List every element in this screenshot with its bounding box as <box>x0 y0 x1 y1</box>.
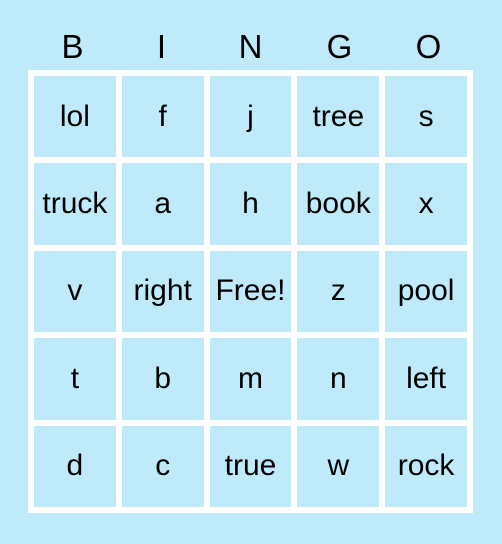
bingo-cell-label: right <box>133 274 192 308</box>
bingo-cell-label: s <box>418 99 434 133</box>
bingo-cell-r4c1[interactable]: t <box>34 338 116 420</box>
bingo-grid: lol f j tree s truck a h book x v right … <box>28 70 473 513</box>
bingo-cell-label: t <box>70 361 80 395</box>
bingo-cell-r5c5[interactable]: rock <box>385 425 467 507</box>
bingo-cell-r3c4[interactable]: z <box>297 250 380 333</box>
bingo-cell-label: n <box>329 361 347 395</box>
bingo-cell-label: b <box>154 361 172 395</box>
bingo-cell-label: w <box>327 449 350 483</box>
bingo-cell-label: h <box>242 187 259 221</box>
bingo-cell-label: j <box>247 99 254 133</box>
bingo-cell-r4c2[interactable]: b <box>121 338 204 420</box>
bingo-cell-label: v <box>67 274 83 308</box>
bingo-cell-r3c5[interactable]: pool <box>385 250 467 333</box>
bingo-header-letter-o: O <box>415 27 442 65</box>
bingo-cell-label: true <box>224 449 277 483</box>
bingo-header-letter-b: B <box>61 27 84 65</box>
bingo-cell-r1c1[interactable]: lol <box>34 76 116 158</box>
bingo-header-row: B I N G O <box>28 22 473 70</box>
bingo-cell-r1c5[interactable]: s <box>385 76 467 158</box>
bingo-cell-label: book <box>305 187 371 221</box>
bingo-cell-label: tree <box>312 99 365 133</box>
bingo-cell-label: f <box>158 99 167 133</box>
bingo-cell-label: d <box>66 449 84 483</box>
bingo-cell-r2c5[interactable]: x <box>385 163 467 245</box>
bingo-cell-label: lol <box>59 99 90 133</box>
bingo-cell-label: a <box>154 187 172 221</box>
bingo-cell-r1c4[interactable]: tree <box>297 76 380 158</box>
bingo-cell-label: m <box>237 361 263 395</box>
bingo-header-letter-g: G <box>326 27 353 65</box>
bingo-cell-r1c3[interactable]: j <box>209 76 292 158</box>
bingo-cell-r5c1[interactable]: d <box>34 425 116 507</box>
bingo-cell-r4c5[interactable]: left <box>385 338 467 420</box>
bingo-cell-label: left <box>406 361 447 395</box>
bingo-cell-label: truck <box>42 187 108 221</box>
bingo-cell-r2c3[interactable]: h <box>209 163 292 245</box>
bingo-cell-r2c2[interactable]: a <box>121 163 204 245</box>
bingo-cell-r1c2[interactable]: f <box>121 76 204 158</box>
bingo-cell-label: pool <box>397 274 455 308</box>
bingo-cell-label: c <box>155 449 171 483</box>
bingo-cell-r2c4[interactable]: book <box>297 163 380 245</box>
bingo-cell-r2c1[interactable]: truck <box>34 163 116 245</box>
bingo-cell-r4c3[interactable]: m <box>209 338 292 420</box>
bingo-cell-r3c1[interactable]: v <box>34 250 116 333</box>
bingo-cell-r5c2[interactable]: c <box>121 425 204 507</box>
bingo-cell-label: x <box>418 187 434 221</box>
bingo-cell-label: z <box>330 274 346 308</box>
bingo-cell-r4c4[interactable]: n <box>297 338 380 420</box>
bingo-card: B I N G O lol f j tree s truck a h book … <box>0 0 502 544</box>
bingo-cell-free-space[interactable]: Free! <box>209 250 292 333</box>
bingo-header-letter-n: N <box>238 27 263 65</box>
bingo-cell-label: Free! <box>215 274 286 308</box>
bingo-cell-r5c3[interactable]: true <box>209 425 292 507</box>
bingo-cell-r3c2[interactable]: right <box>121 250 204 333</box>
bingo-header-letter-i: I <box>156 27 167 65</box>
bingo-cell-label: rock <box>397 449 455 483</box>
bingo-cell-r5c4[interactable]: w <box>297 425 380 507</box>
